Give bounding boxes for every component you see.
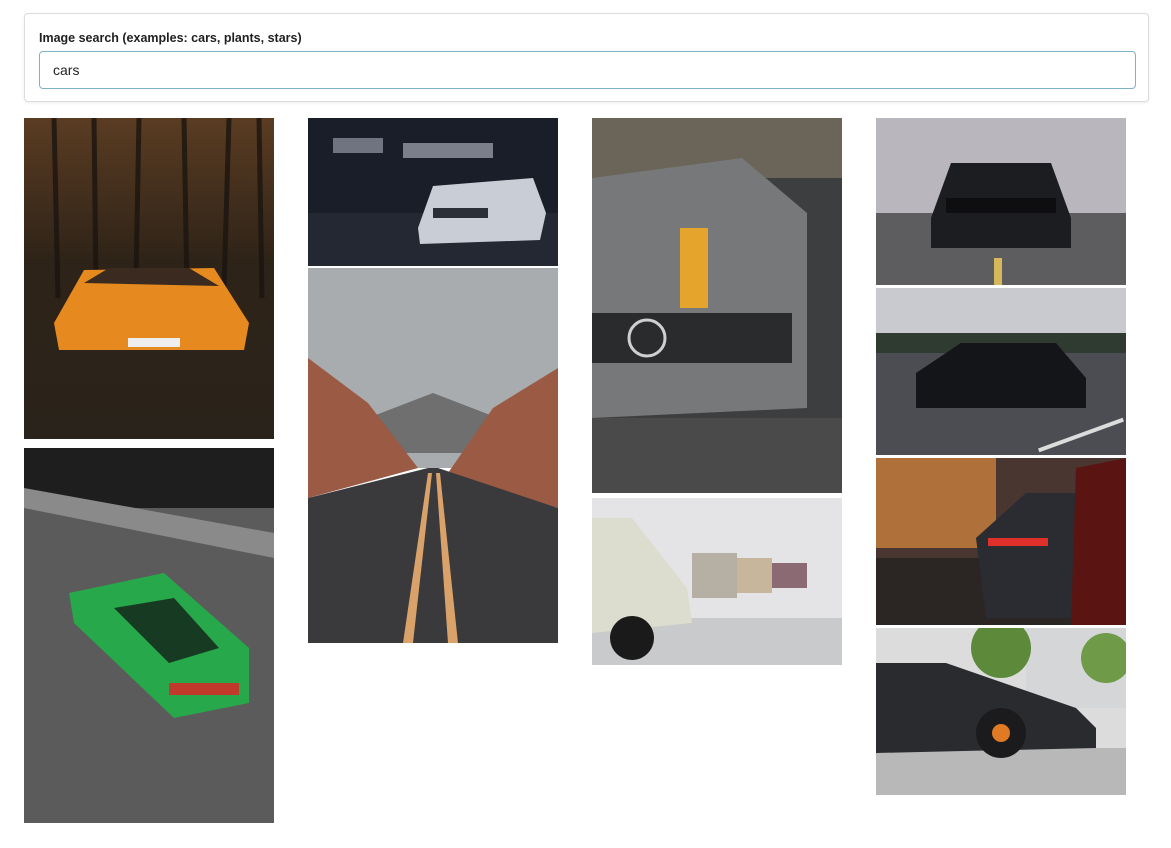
white-camaro-garage-photo[interactable] xyxy=(308,118,558,266)
black-porsche-highway-photo[interactable] xyxy=(876,288,1126,455)
desert-road-canyon-photo[interactable] xyxy=(308,268,558,643)
orange-sports-car-forest-photo[interactable] xyxy=(24,118,274,439)
green-mustang-gt-photo[interactable] xyxy=(24,448,274,823)
red-taillights-street-photo[interactable] xyxy=(876,458,1126,625)
black-mustang-front-photo[interactable] xyxy=(876,118,1126,285)
search-label: Image search (examples: cars, plants, st… xyxy=(39,31,302,45)
search-panel: Image search (examples: cars, plants, st… xyxy=(24,13,1149,102)
grey-mercedes-yellow-stripe-photo[interactable] xyxy=(592,118,842,493)
search-input[interactable] xyxy=(39,51,1136,89)
black-lamborghini-side-photo[interactable] xyxy=(876,628,1126,795)
classic-bmw-row-photo[interactable] xyxy=(592,498,842,665)
